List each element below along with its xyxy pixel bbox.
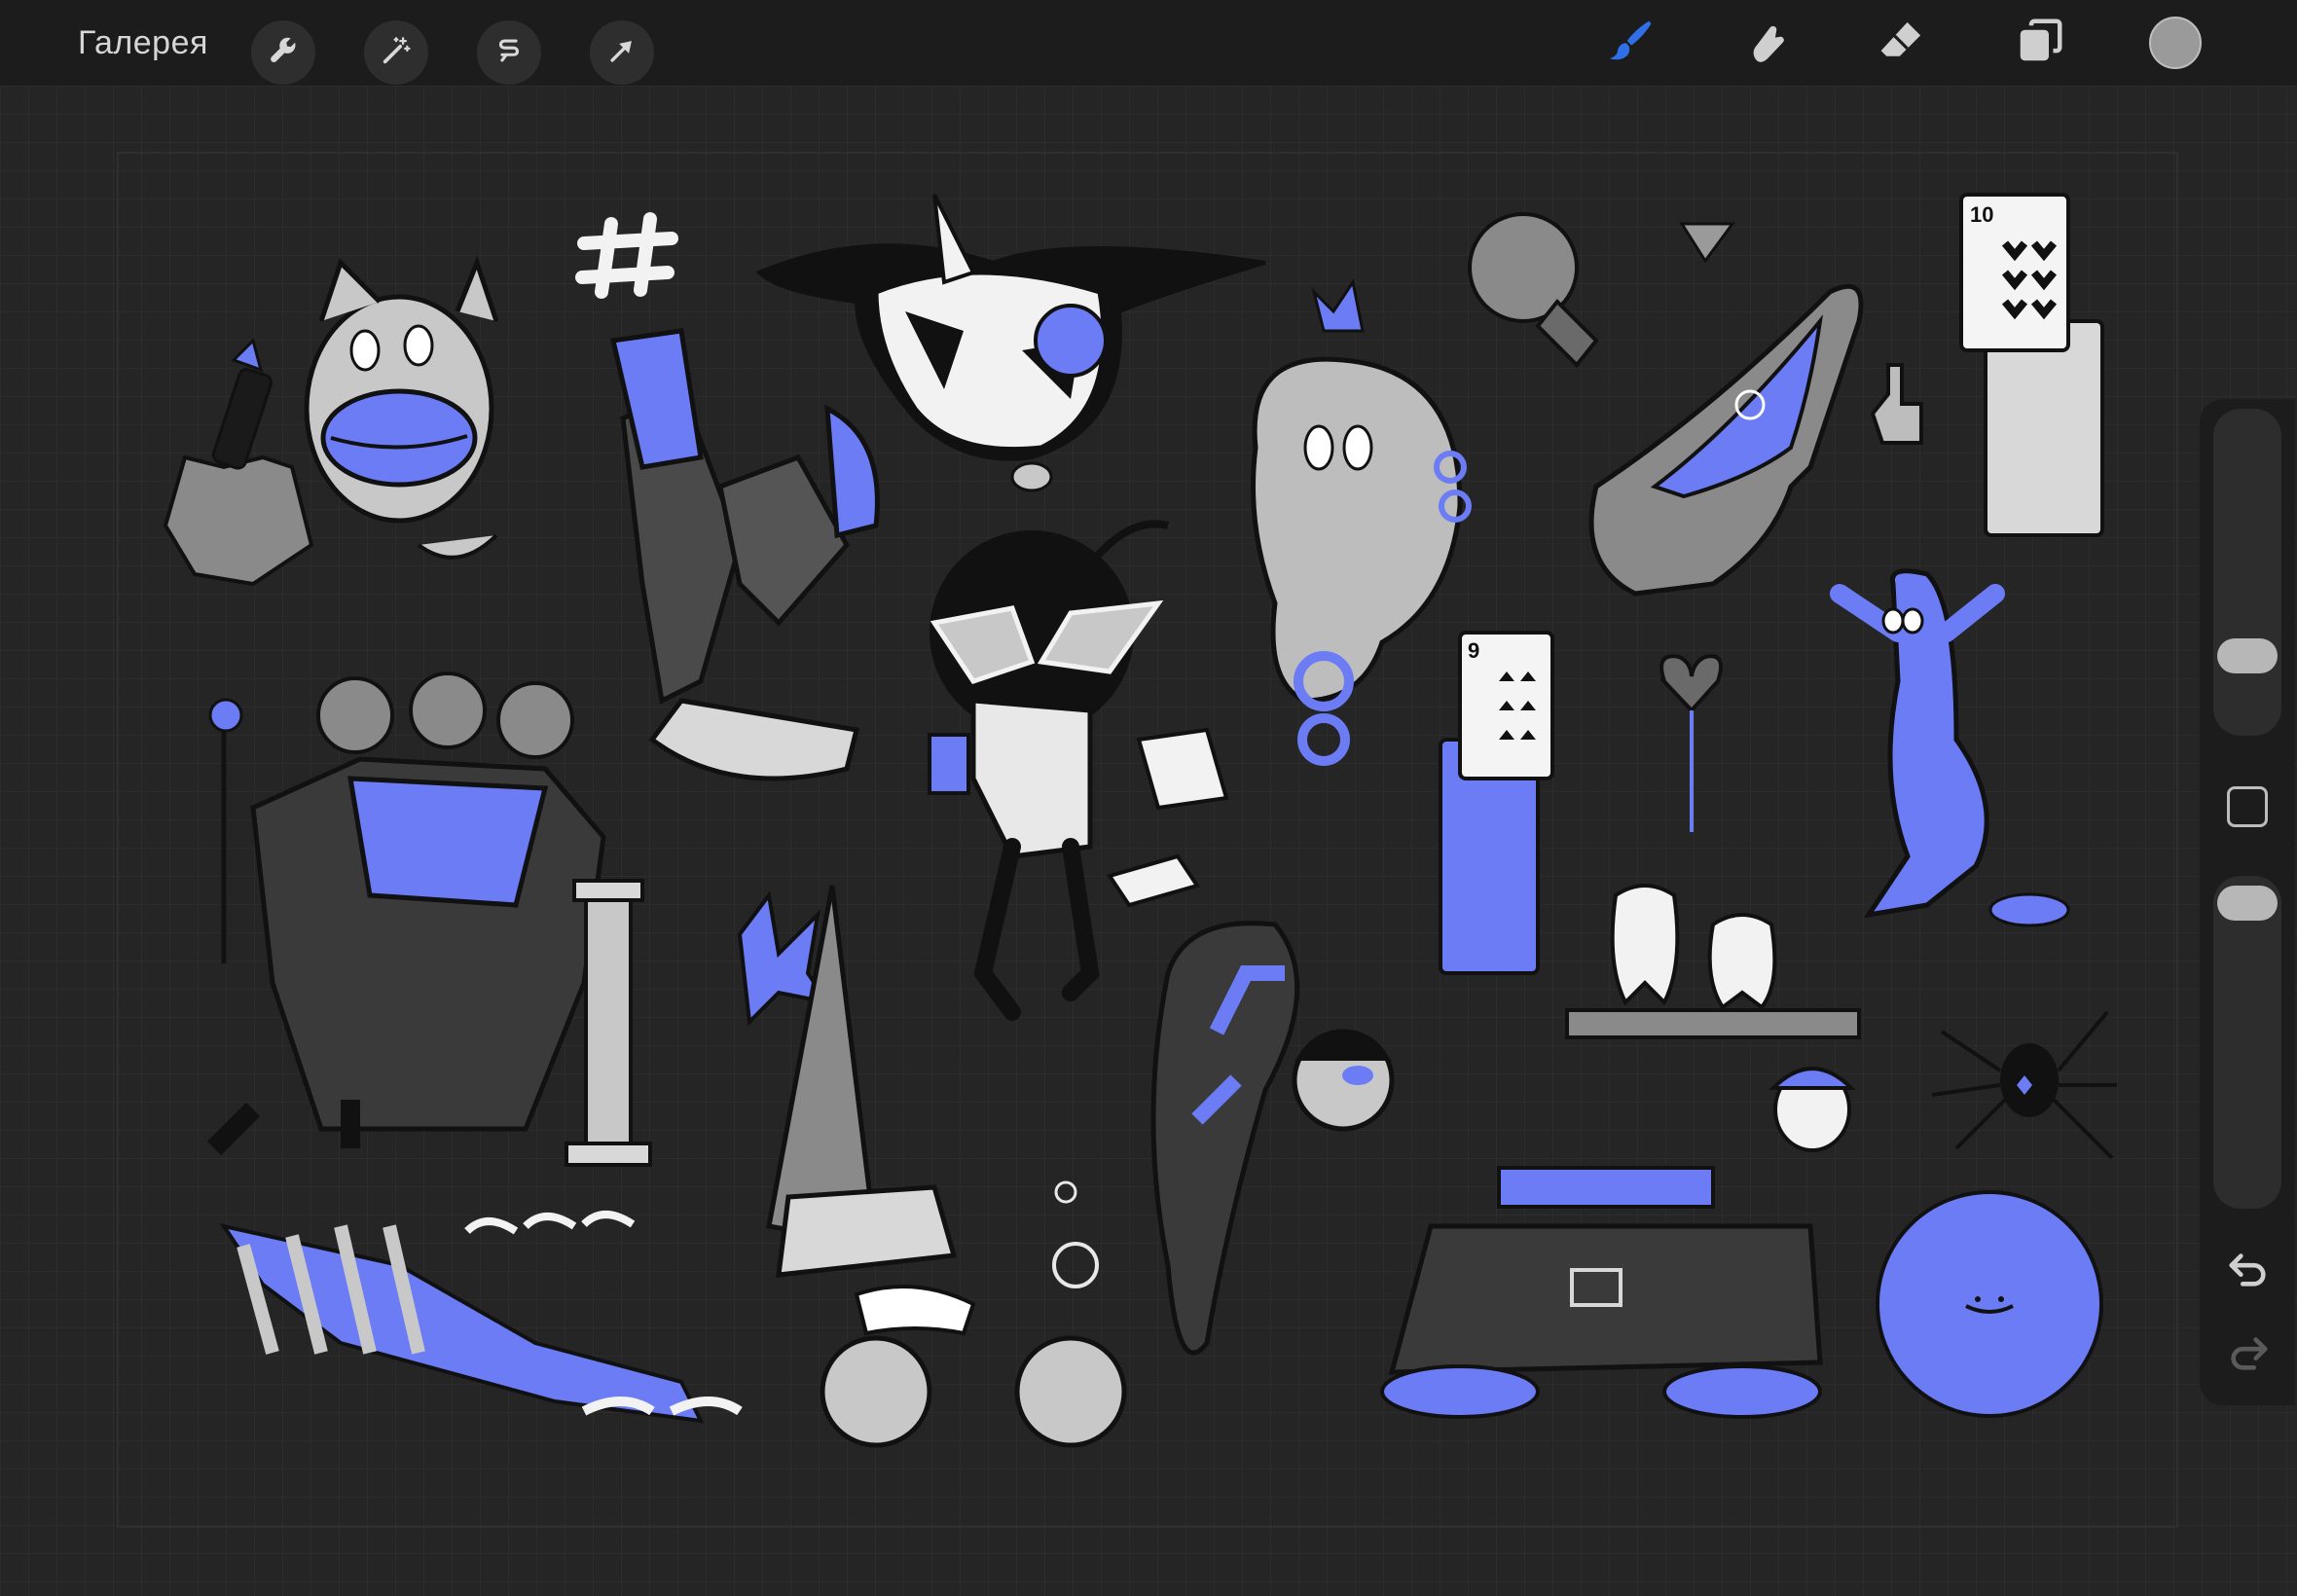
blue-circle-face (1876, 1190, 2103, 1418)
playing-cards-spades: 9 (1439, 631, 1554, 975)
wizard-hat-face (766, 885, 1127, 1448)
pants-and-shoes (1380, 1166, 1823, 1419)
triangle (1679, 222, 1735, 264)
square-modify-icon[interactable] (2227, 786, 2268, 827)
cat-with-lipstick (163, 255, 499, 587)
redo-button[interactable] (2223, 1333, 2274, 1376)
playing-cards-hearts: 10 (1959, 193, 2104, 537)
dancing-cloud-figure (1830, 568, 2070, 927)
opacity-knob[interactable] (2217, 886, 2278, 921)
hashtag-symbol (575, 212, 678, 299)
heart-balloon (1659, 654, 1723, 832)
spider (1931, 1010, 2117, 1160)
artwork-layer: 10 9 (163, 193, 2117, 1448)
ghost-with-cap (1768, 1067, 1856, 1152)
brush-size-slider[interactable] (2213, 409, 2281, 736)
pointing-hand (1870, 363, 1923, 445)
brush-size-knob[interactable] (2217, 638, 2278, 673)
card-hearts-value: 10 (1970, 202, 1993, 227)
ear-with-piercings (1251, 278, 1472, 766)
bomb-character-with-sunglasses (928, 520, 1229, 1021)
high-heel-shoe (1588, 283, 1864, 597)
opacity-slider[interactable] (2213, 876, 2281, 1209)
redo-icon (2226, 1333, 2271, 1377)
lightbulb (1468, 212, 1599, 368)
three-headed-man (206, 671, 606, 1156)
teeth-on-shelf (1565, 884, 1861, 1039)
undo-button[interactable] (2223, 1250, 2274, 1292)
winged-woman (1150, 921, 1395, 1356)
card-spades-value: 9 (1468, 638, 1479, 663)
undo-icon (2226, 1250, 2271, 1293)
dancers-line (219, 1211, 743, 1424)
kicking-legs (609, 328, 880, 781)
